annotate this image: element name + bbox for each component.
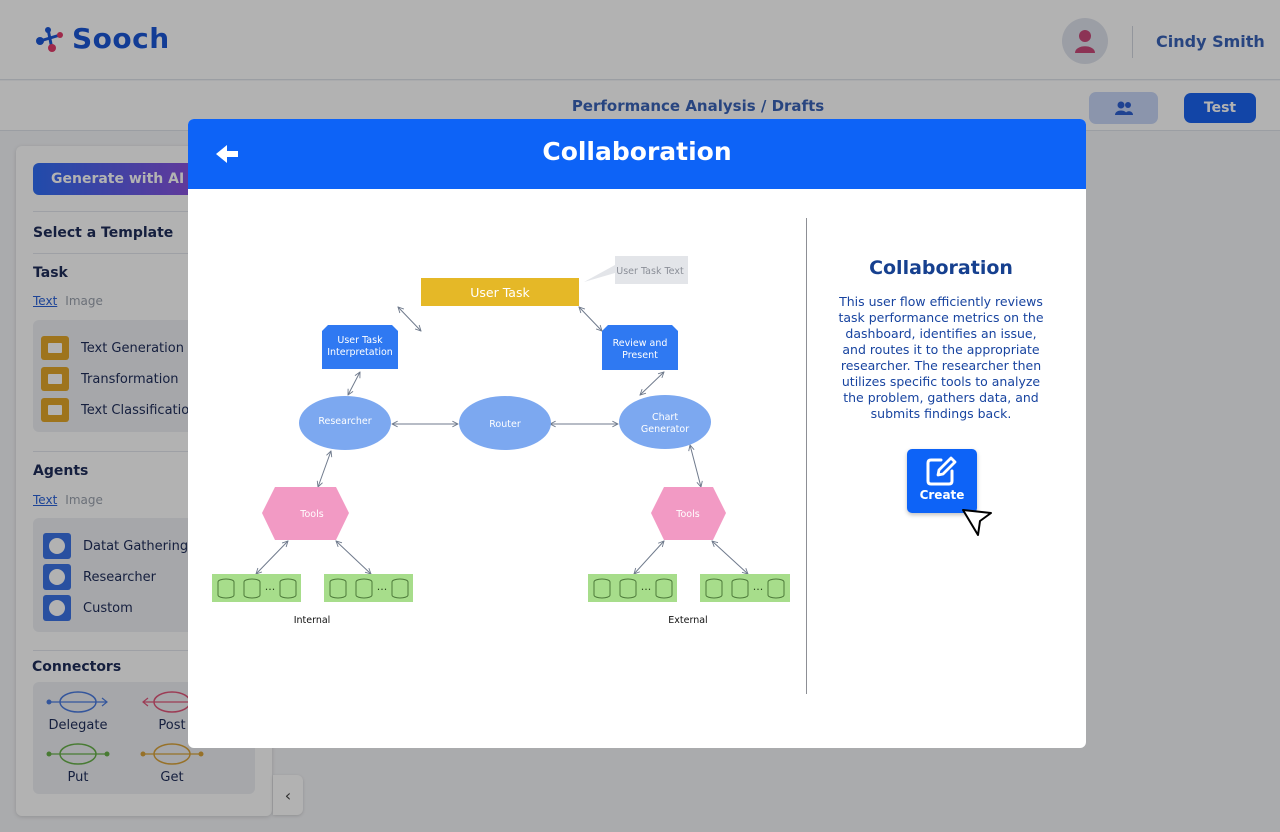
vertical-divider <box>806 218 807 694</box>
ellipsis: ··· <box>641 583 652 596</box>
edge <box>712 541 748 574</box>
edge <box>336 541 371 574</box>
tools-label: Tools <box>675 509 699 520</box>
internal-label: Internal <box>294 615 331 626</box>
interpretation-label-1: User Task <box>337 335 383 346</box>
edge <box>690 445 701 487</box>
collaboration-modal: Collaboration User Task User Task Text U… <box>188 119 1086 748</box>
review-label-1: Review and <box>613 338 668 349</box>
user-task-label: User Task <box>470 285 530 300</box>
edge <box>398 307 421 331</box>
tools-label: Tools <box>299 509 323 520</box>
ellipsis: ··· <box>265 583 276 596</box>
create-label: Create <box>919 488 965 502</box>
edge <box>634 541 664 574</box>
researcher-label: Researcher <box>318 416 371 427</box>
datastore-internal-1: ··· <box>212 574 301 602</box>
edge <box>318 451 331 487</box>
review-label-2: Present <box>622 350 658 361</box>
datastore-external-1: ··· <box>588 574 677 602</box>
ellipsis: ··· <box>377 583 388 596</box>
create-button[interactable]: Create <box>907 449 977 513</box>
interpretation-label-2: Interpretation <box>327 347 393 358</box>
chart-generator-label-2: Generator <box>641 424 689 435</box>
modal-title: Collaboration <box>542 137 732 166</box>
edge <box>640 372 664 395</box>
panel-title: Collaboration <box>869 257 1013 279</box>
pointer-cursor-icon <box>962 509 992 536</box>
datastore-external-2: ··· <box>700 574 790 602</box>
edge <box>256 541 288 574</box>
collaboration-diagram: User Task User Task Text User Task Inter… <box>212 256 790 626</box>
panel-description: This user flow efficiently reviews task … <box>838 294 1044 421</box>
edge <box>348 372 360 395</box>
modal-header: Collaboration <box>188 119 1086 189</box>
ellipsis: ··· <box>753 583 764 596</box>
user-task-text-label: User Task Text <box>616 266 684 277</box>
chart-generator-label-1: Chart <box>652 412 678 423</box>
router-label: Router <box>489 419 521 430</box>
edge <box>579 307 602 331</box>
datastore-internal-2: ··· <box>324 574 413 602</box>
edit-icon <box>926 456 957 486</box>
external-label: External <box>668 615 707 626</box>
